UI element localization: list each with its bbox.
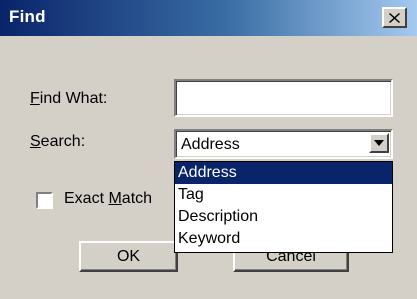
exact-match-label: Exact Match: [64, 190, 153, 207]
ok-button[interactable]: OK: [79, 241, 178, 272]
search-label: Search:: [30, 133, 86, 150]
find-what-label: Find What:: [30, 90, 108, 107]
chevron-down-icon: [374, 140, 384, 146]
search-select[interactable]: Address: [174, 129, 393, 159]
search-option-description[interactable]: Description: [175, 206, 392, 228]
search-option-keyword[interactable]: Keyword: [175, 228, 392, 250]
search-selected-value: Address: [181, 136, 240, 153]
close-button[interactable]: [382, 7, 407, 28]
search-option-tag[interactable]: Tag: [175, 184, 392, 206]
find-what-input[interactable]: [174, 79, 393, 117]
find-dialog: Find Find What: Search: Address Exact Ma…: [0, 0, 417, 299]
search-option-address[interactable]: Address: [175, 162, 392, 184]
exact-match-checkbox[interactable]: [36, 192, 53, 209]
title-bar[interactable]: Find: [0, 0, 417, 36]
search-options-list: Address Tag Description Keyword: [174, 161, 393, 253]
close-icon: [389, 12, 400, 23]
window-title: Find: [9, 7, 46, 26]
search-dropdown-button[interactable]: [369, 133, 389, 153]
